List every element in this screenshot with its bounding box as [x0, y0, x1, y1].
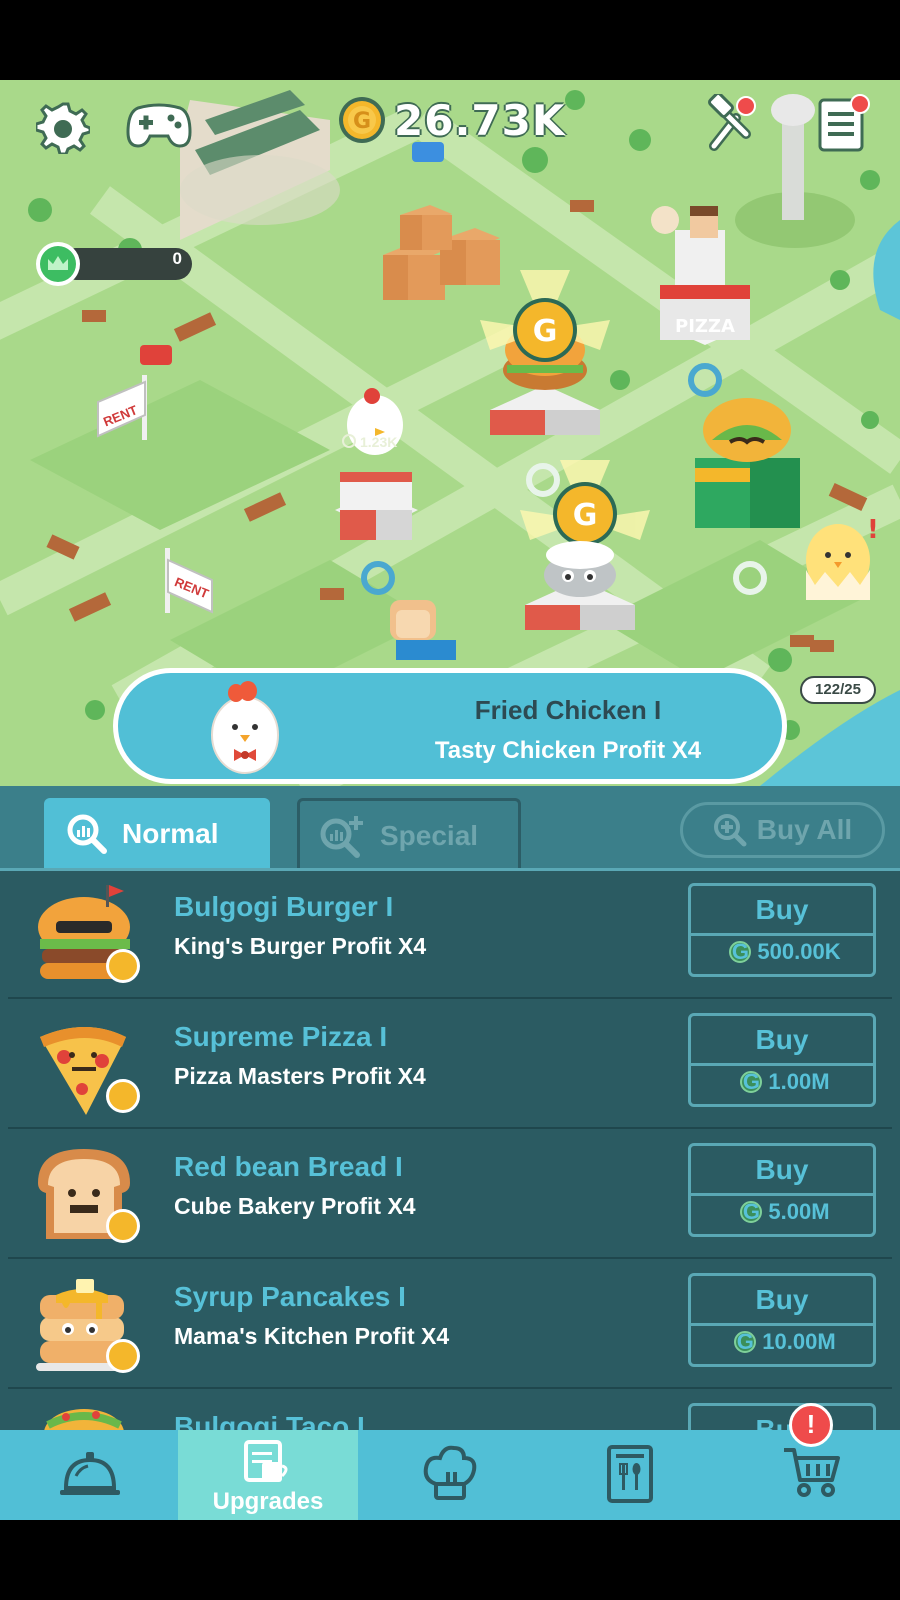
upgrade-list[interactable]: Bulgogi Burger I King's Burger Profit X4… — [0, 868, 900, 1430]
upgrade-row: Supreme Pizza I Pizza Masters Profit X4 … — [8, 1001, 892, 1129]
upgrade-description: King's Burger Profit X4 — [174, 933, 427, 959]
buy-button[interactable]: Buy — [688, 1403, 876, 1430]
shop-alert-badge: ! — [789, 1403, 833, 1447]
chef-hat-icon — [423, 1445, 477, 1500]
upgrade-row: Bulgogi Taco I Buy — [8, 1391, 892, 1430]
upgrade-description: Mama's Kitchen Profit X4 — [174, 1323, 450, 1349]
upgrade-row: Syrup Pancakes I Mama's Kitchen Profit X… — [8, 1261, 892, 1389]
status-bar-area — [0, 0, 900, 80]
svg-text:G: G — [573, 498, 598, 533]
gold-coin-icon: G — [740, 1201, 763, 1223]
level-up-arrow-icon — [106, 1079, 140, 1113]
buy-label: Buy — [755, 1284, 809, 1315]
upgrade-price: 500.00K — [757, 939, 841, 964]
buy-label: Buy — [755, 1024, 809, 1055]
upgrade-name: Bulgogi Taco I — [174, 1411, 365, 1430]
gold-coin-icon: G — [339, 97, 385, 143]
nav-service-bell[interactable] — [0, 1430, 180, 1520]
crown-icon — [36, 242, 80, 286]
level-up-arrow-icon — [106, 949, 140, 983]
tab-special[interactable]: Special — [297, 798, 521, 870]
map-income-label: 1.23K — [360, 434, 398, 450]
small-coin-icon — [342, 434, 356, 448]
crown-level-value: 0 — [172, 249, 182, 268]
burger-icon — [26, 883, 152, 991]
bottom-nav: Upgrades — [0, 1430, 900, 1520]
level-up-arrow-icon — [106, 1209, 140, 1243]
buy-button[interactable]: Buy G 5.00M — [688, 1143, 876, 1237]
buy-all-button[interactable]: Buy All — [680, 802, 885, 858]
buy-button[interactable]: Buy G 500.00K — [688, 883, 876, 977]
buy-all-label: Buy All — [756, 814, 853, 845]
nav-menu[interactable] — [540, 1430, 720, 1520]
banner-title: Fried Chicken I — [474, 695, 662, 725]
upgrade-description: Pizza Masters Profit X4 — [174, 1063, 426, 1089]
shopping-cart-icon — [784, 1448, 840, 1497]
nav-upgrades[interactable]: Upgrades — [178, 1430, 358, 1520]
upgrade-price: 5.00M — [768, 1199, 830, 1224]
upgrade-price: 1.00M — [768, 1069, 830, 1094]
clipboard-mug-icon — [244, 1440, 288, 1482]
upgrade-banner[interactable]: Fried Chicken I Tasty Chicken Profit X4 — [113, 668, 787, 784]
pizza-icon — [26, 1013, 152, 1121]
tab-normal-label: Normal — [122, 818, 219, 849]
buy-button[interactable]: Buy G 10.00M — [688, 1273, 876, 1367]
menu-book-icon — [607, 1445, 653, 1503]
buy-label: Buy — [755, 1154, 809, 1185]
taco-icon — [26, 1403, 152, 1430]
magnifier-plus-icon — [713, 814, 747, 847]
gold-coin-icon: G — [740, 1071, 763, 1093]
service-bell-icon — [60, 1452, 120, 1495]
coin-balance: G 26.73K — [338, 92, 565, 148]
svg-text:!: ! — [867, 515, 879, 545]
magnifier-plus-icon — [320, 815, 363, 858]
upgrade-name: Red bean Bread I — [174, 1151, 403, 1182]
pizza-sign: PIZZA — [675, 316, 735, 337]
buy-button[interactable]: Buy G 1.00M — [688, 1013, 876, 1107]
bread-icon — [26, 1143, 152, 1251]
buy-label: Buy — [755, 1414, 809, 1430]
upgrade-name: Bulgogi Burger I — [174, 891, 394, 922]
level-up-arrow-icon — [106, 1339, 140, 1373]
upgrade-description: Cube Bakery Profit X4 — [174, 1193, 416, 1219]
pancake-icon — [26, 1273, 152, 1381]
upgrade-row: Red bean Bread I Cube Bakery Profit X4 B… — [8, 1131, 892, 1259]
chicken-egg-icon — [210, 679, 280, 780]
banner-subtitle: Tasty Chicken Profit X4 — [434, 737, 702, 764]
upgrade-row: Bulgogi Burger I King's Burger Profit X4… — [8, 871, 892, 999]
magnifier-chart-icon — [67, 814, 107, 854]
buy-label: Buy — [755, 894, 809, 925]
tab-normal[interactable]: Normal — [44, 798, 270, 870]
nav-chef[interactable] — [360, 1430, 540, 1520]
crown-progress-bar[interactable]: 0 — [36, 242, 194, 286]
nav-upgrades-label: Upgrades — [212, 1488, 324, 1515]
upgrade-name: Supreme Pizza I — [174, 1021, 388, 1052]
coin-balance-value: 26.73K — [394, 95, 566, 145]
upgrade-price: 10.00M — [762, 1329, 836, 1354]
svg-text:G: G — [533, 314, 558, 349]
upgrade-name: Syrup Pancakes I — [174, 1281, 406, 1312]
gold-coin-icon: G — [729, 941, 752, 963]
chick-counter-badge[interactable]: 122/25 — [800, 676, 876, 704]
svg-text:G: G — [353, 109, 371, 134]
gold-coin-icon: G — [734, 1331, 757, 1353]
navigation-bar-area — [0, 1520, 900, 1600]
tab-special-label: Special — [380, 819, 479, 851]
